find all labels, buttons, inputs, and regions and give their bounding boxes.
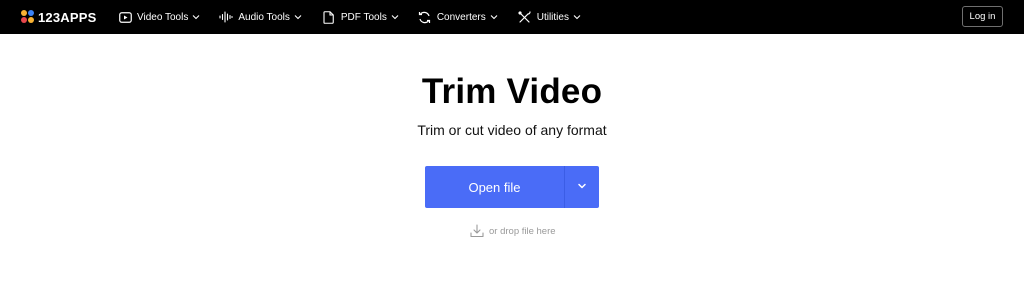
chevron-down-icon	[391, 13, 399, 21]
logo[interactable]: 123APPS	[21, 8, 97, 26]
audio-icon	[219, 10, 233, 24]
nav-item-video-tools[interactable]: Video Tools	[118, 0, 200, 34]
nav-item-label: Converters	[436, 11, 486, 23]
top-navbar: 123APPS Video Tools Audio Tools PDF Tool…	[0, 0, 1024, 34]
drop-zone-hint: or drop file here	[470, 224, 556, 238]
nav-item-label: Audio Tools	[238, 11, 290, 23]
open-file-button[interactable]: Open file	[425, 166, 564, 208]
utilities-icon	[518, 10, 532, 24]
download-icon	[470, 224, 484, 238]
chevron-down-icon	[294, 13, 302, 21]
page-title: Trim Video	[421, 72, 603, 111]
nav-item-label: Utilities	[536, 11, 569, 23]
nav-item-label: Video Tools	[137, 11, 189, 23]
chevron-down-icon	[490, 13, 498, 21]
nav-item-pdf-tools[interactable]: PDF Tools	[322, 0, 399, 34]
chevron-down-icon	[577, 178, 587, 196]
nav-menu: Video Tools Audio Tools PDF Tools Conver…	[118, 0, 581, 34]
open-file-button-group: Open file	[425, 166, 599, 208]
chevron-down-icon	[573, 13, 581, 21]
login-button[interactable]: Log in	[962, 6, 1003, 27]
nav-item-utilities[interactable]: Utilities	[518, 0, 581, 34]
page-subtitle: Trim or cut video of any format	[417, 122, 607, 138]
nav-item-converters[interactable]: Converters	[418, 0, 498, 34]
video-icon	[118, 10, 132, 24]
nav-item-label: PDF Tools	[340, 11, 387, 23]
converter-icon	[418, 10, 432, 24]
pdf-icon	[322, 10, 336, 24]
logo-mark-icon	[21, 10, 35, 24]
nav-item-audio-tools[interactable]: Audio Tools	[219, 0, 302, 34]
drop-hint-text: or drop file here	[489, 225, 556, 237]
logo-text: 123APPS	[38, 9, 97, 25]
open-file-options-button[interactable]	[565, 166, 599, 208]
chevron-down-icon	[192, 13, 200, 21]
